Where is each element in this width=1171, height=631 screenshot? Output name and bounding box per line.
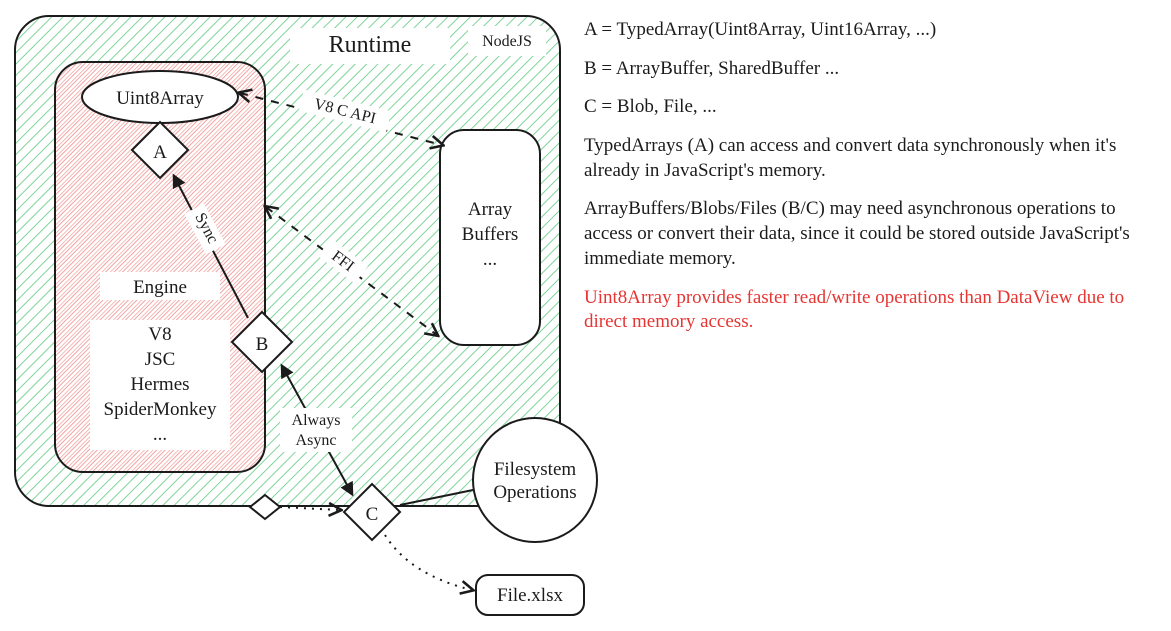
legend-text: A = TypedArray(Uint8Array, Uint16Array, … [584, 18, 1144, 349]
svg-text:File.xlsx: File.xlsx [497, 585, 563, 606]
engine-title: Engine [133, 277, 187, 298]
runtime-badge: NodeJS [482, 33, 532, 50]
svg-text:C: C [366, 504, 379, 525]
svg-text:SpiderMonkey: SpiderMonkey [104, 399, 217, 420]
svg-text:Operations: Operations [493, 482, 576, 503]
legend-b: B = ArrayBuffer, SharedBuffer ... [584, 57, 1144, 82]
legend-a: A = TypedArray(Uint8Array, Uint16Array, … [584, 18, 1144, 43]
svg-text:V8: V8 [148, 324, 171, 345]
uint8array-node: Uint8Array [82, 71, 238, 123]
svg-text:Filesystem: Filesystem [494, 459, 577, 480]
svg-text:Hermes: Hermes [130, 374, 189, 395]
filesystem-ops-node: Filesystem Operations [473, 418, 597, 542]
edge-c-to-file [385, 535, 472, 590]
svg-text:...: ... [483, 249, 497, 270]
svg-text:Always: Always [292, 412, 341, 429]
runtime-title: Runtime [329, 32, 412, 58]
engine-list: V8 JSC Hermes SpiderMonkey ... [90, 320, 230, 450]
file-node: File.xlsx [476, 575, 584, 615]
svg-text:Uint8Array: Uint8Array [116, 88, 204, 109]
svg-text:...: ... [153, 424, 167, 445]
svg-text:JSC: JSC [145, 349, 176, 370]
legend-p1: TypedArrays (A) can access and convert d… [584, 134, 1144, 183]
svg-text:B: B [256, 334, 269, 355]
legend-p2: ArrayBuffers/Blobs/Files (B/C) may need … [584, 197, 1144, 271]
legend-c: C = Blob, File, ... [584, 95, 1144, 120]
legend-p3: Uint8Array provides faster read/write op… [584, 286, 1144, 335]
svg-text:Async: Async [296, 432, 337, 449]
svg-text:A: A [153, 142, 167, 163]
svg-text:Buffers: Buffers [462, 224, 519, 245]
edge-runtime-to-c [280, 507, 340, 510]
svg-text:Array: Array [468, 199, 513, 220]
array-buffers-node: Array Buffers ... [440, 130, 540, 345]
